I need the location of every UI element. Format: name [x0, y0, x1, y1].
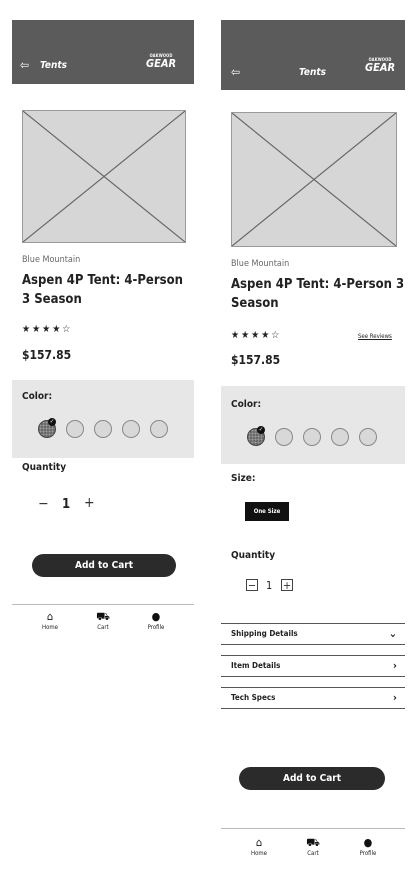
color-panel: Color: ✓ — [221, 386, 405, 464]
chevron-right-icon: › — [392, 691, 397, 704]
nav-home[interactable]: ⌂ Home — [30, 610, 70, 632]
color-swatch[interactable] — [66, 420, 84, 438]
size-option-button[interactable]: One Size — [245, 502, 289, 521]
quantity-label: Quantity — [22, 462, 67, 473]
product-image-placeholder — [231, 112, 397, 247]
bottom-nav: ⌂ Home ⛟ Cart ● Profile — [12, 604, 194, 641]
profile-icon: ● — [151, 610, 161, 623]
check-icon: ✓ — [257, 426, 265, 434]
brand-logo[interactable]: OAKWOOD GEAR — [365, 58, 395, 74]
home-icon: ⌂ — [255, 836, 263, 849]
product-brand[interactable]: Blue Mountain — [231, 259, 289, 269]
nav-profile[interactable]: ● Profile — [136, 610, 176, 632]
profile-icon: ● — [363, 836, 373, 849]
header-title: Tents — [40, 60, 68, 71]
app-header: ⇦ Tents OAKWOOD GEAR — [12, 20, 194, 84]
color-swatch[interactable] — [122, 420, 140, 438]
product-name: Aspen 4P Tent: 4-Person 3 Season — [231, 277, 405, 311]
quantity-label: Quantity — [231, 550, 276, 561]
add-to-cart-button[interactable]: Add to Cart — [32, 554, 176, 577]
nav-cart[interactable]: ⛟ Cart — [83, 610, 123, 632]
nav-profile[interactable]: ● Profile — [348, 836, 388, 858]
product-image-placeholder — [22, 110, 186, 243]
check-icon: ✓ — [48, 418, 56, 426]
color-swatch[interactable] — [94, 420, 112, 438]
product-name: Aspen 4P Tent: 4-Person 3 Season — [22, 273, 183, 307]
quantity-decrease-button[interactable]: − — [246, 579, 258, 591]
product-brand[interactable]: Blue Mountain — [22, 255, 80, 265]
product-screen-compact: ⇦ Tents OAKWOOD GEAR Blue Mountain Aspen… — [12, 20, 194, 641]
color-swatch[interactable] — [359, 428, 377, 446]
quantity-increase-button[interactable]: + — [84, 496, 95, 510]
size-label: Size: — [231, 473, 256, 484]
color-swatch[interactable] — [275, 428, 293, 446]
rating-stars[interactable]: ★★★★☆ — [22, 324, 72, 335]
cart-icon: ⛟ — [306, 836, 320, 849]
chevron-right-icon: › — [392, 659, 397, 672]
color-swatch[interactable] — [303, 428, 321, 446]
nav-home[interactable]: ⌂ Home — [239, 836, 279, 858]
brand-logo[interactable]: OAKWOOD GEAR — [146, 54, 176, 70]
home-icon: ⌂ — [46, 610, 54, 623]
color-label: Color: — [231, 399, 262, 410]
quantity-increase-button[interactable]: + — [281, 579, 293, 591]
app-header: ⇦ Tents OAKWOOD GEAR — [221, 20, 405, 90]
cart-icon: ⛟ — [96, 610, 110, 623]
back-arrow-icon[interactable]: ⇦ — [231, 65, 240, 79]
product-price: $157.85 — [231, 353, 281, 367]
add-to-cart-button[interactable]: Add to Cart — [239, 767, 385, 790]
quantity-value: 1 — [62, 497, 71, 512]
chevron-down-icon: ⌄ — [388, 627, 397, 640]
product-price: $157.85 — [22, 348, 72, 362]
color-panel: Color: ✓ — [12, 380, 194, 458]
accordion-shipping-details[interactable]: Shipping Details ⌄ — [221, 623, 405, 645]
color-swatch[interactable] — [150, 420, 168, 438]
nav-cart[interactable]: ⛟ Cart — [293, 836, 333, 858]
header-title: Tents — [299, 67, 327, 78]
quantity-value: 1 — [266, 579, 273, 592]
accordion-item-details[interactable]: Item Details › — [221, 655, 405, 677]
rating-stars[interactable]: ★★★★☆ — [231, 330, 281, 341]
color-label: Color: — [22, 391, 53, 402]
quantity-decrease-button[interactable]: − — [38, 497, 49, 511]
back-arrow-icon[interactable]: ⇦ — [20, 58, 29, 72]
accordion-tech-specs[interactable]: Tech Specs › — [221, 687, 405, 709]
bottom-nav: ⌂ Home ⛟ Cart ● Profile — [221, 828, 405, 871]
product-screen-detailed: ⇦ Tents OAKWOOD GEAR Blue Mountain Aspen… — [221, 20, 405, 871]
see-reviews-link[interactable]: See Reviews — [358, 333, 392, 340]
color-swatch[interactable] — [331, 428, 349, 446]
